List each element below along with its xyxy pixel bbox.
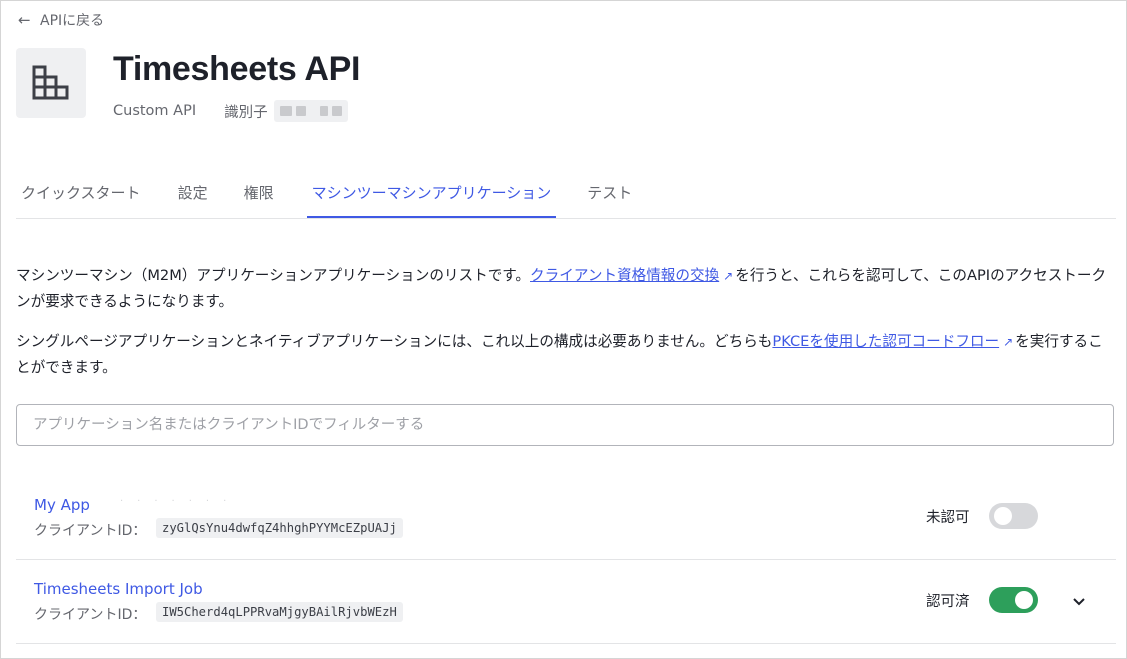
- client-id-label: クライアントID：: [34, 607, 147, 623]
- page-title: Timesheets API: [113, 50, 361, 88]
- intro-paragraph-1: マシンツーマシン（M2M）アプリケーションアプリケーションのリストです。クライア…: [16, 263, 1109, 314]
- api-meta: Custom API 識別子: [113, 100, 348, 122]
- tab-m2m-applications[interactable]: マシンツーマシンアプリケーション: [306, 170, 557, 218]
- intro-paragraph-2: シングルページアプリケーションとネイティブアプリケーションには、これ以上の構成は…: [16, 329, 1109, 380]
- identifier-label: 識別子: [224, 104, 268, 121]
- external-link-icon: ↗: [1003, 335, 1014, 349]
- back-label: APIに戻る: [40, 13, 105, 29]
- tab-permissions[interactable]: 権限: [244, 170, 274, 218]
- arrow-left-icon: ←: [18, 11, 31, 29]
- redacted-marks: ·······: [120, 496, 241, 507]
- tab-quickstart[interactable]: クイックスタート: [21, 170, 141, 218]
- intro-text: シングルページアプリケーションとネイティブアプリケーションには、これ以上の構成は…: [16, 333, 773, 350]
- client-id-label: クライアントID：: [34, 523, 147, 539]
- building-blocks-icon: [32, 65, 69, 100]
- tab-settings[interactable]: 設定: [178, 170, 208, 218]
- client-credentials-link[interactable]: クライアント資格情報の交換: [530, 267, 719, 284]
- authorize-toggle[interactable]: [989, 503, 1038, 529]
- authorization-status: 未認可: [926, 510, 970, 526]
- external-link-icon: ↗: [723, 269, 734, 283]
- app-name-link[interactable]: Timesheets Import Job: [34, 580, 203, 598]
- tab-bar: クイックスタート 設定 権限 マシンツーマシンアプリケーション テスト: [16, 170, 1116, 219]
- back-to-apis-link[interactable]: ← APIに戻る: [18, 10, 104, 30]
- application-filter-input[interactable]: [16, 404, 1114, 446]
- pkce-auth-code-flow-link[interactable]: PKCEを使用した認可コードフロー: [772, 333, 999, 350]
- api-icon: [16, 48, 86, 118]
- api-type: Custom API: [113, 103, 197, 119]
- chevron-down-icon[interactable]: [1070, 592, 1088, 610]
- tab-test[interactable]: テスト: [587, 170, 632, 218]
- list-item: My App ······· クライアントID： zyGlQsYnu4dwfqZ…: [16, 476, 1116, 560]
- toggle-knob: [1015, 591, 1033, 609]
- app-name-link[interactable]: My App: [34, 496, 90, 514]
- authorization-status: 認可済: [926, 594, 970, 610]
- identifier-value-redacted: [273, 100, 348, 122]
- authorize-toggle[interactable]: [989, 587, 1038, 613]
- list-item: Timesheets Import Job クライアントID： IW5Cherd…: [16, 560, 1116, 644]
- toggle-knob: [994, 507, 1012, 525]
- client-id-value: IW5Cherd4qLPPRvaMjgyBAilRjvbWEzH: [156, 602, 403, 622]
- intro-text: マシンツーマシン（M2M）アプリケーションアプリケーションのリストです。: [16, 267, 531, 284]
- client-id-value: zyGlQsYnu4dwfqZ4hhghPYYMcEZpUAJj: [156, 518, 403, 538]
